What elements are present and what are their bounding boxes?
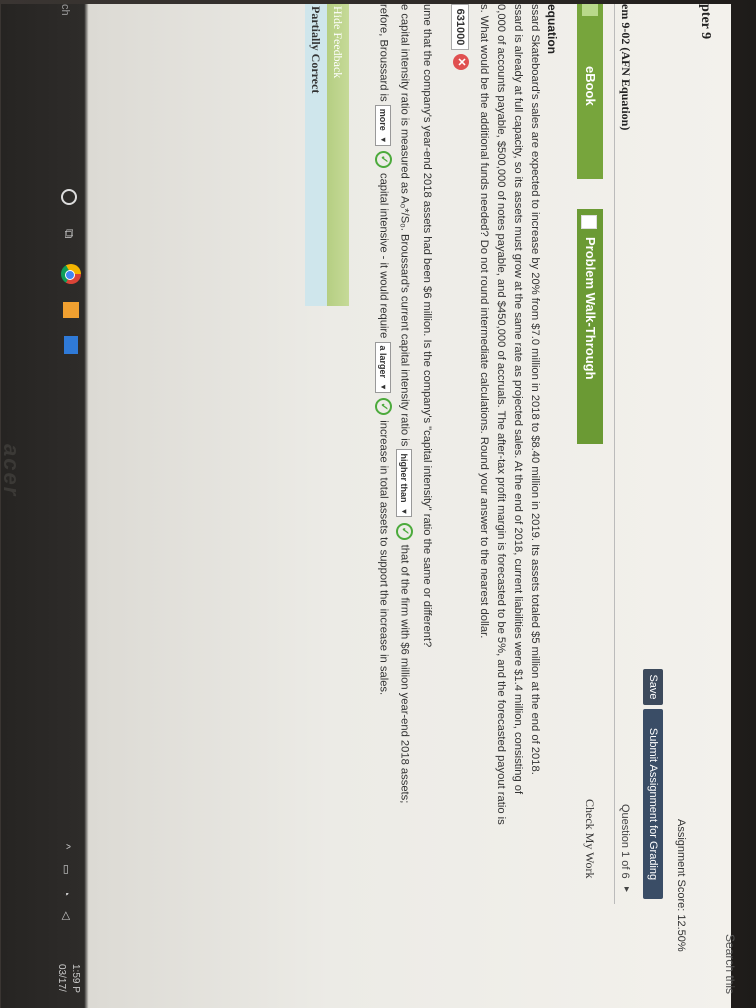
dropdown-value: higher than	[399, 453, 410, 503]
correct-check-icon: ✓	[396, 522, 413, 540]
check-my-work-link[interactable]: Check My Work	[582, 799, 597, 878]
ebook-icon	[582, 4, 598, 16]
ebook-tab[interactable]: eBook	[577, 4, 603, 179]
document-icon	[581, 215, 597, 229]
next-question-arrow-icon[interactable]: ▸	[621, 887, 632, 892]
sentence-text: that of the firm with $6 million year-en…	[398, 544, 411, 804]
problem-text-line: s. What would be the additional funds ne…	[478, 4, 490, 639]
submit-assignment-button[interactable]: Submit Assignment for Grading	[643, 709, 663, 899]
capital-intensity-sentence: e capital intensity ratio is measured as…	[396, 4, 413, 803]
problem-text-line: 0,000 of accounts payable, $500,000 of n…	[495, 4, 507, 825]
assignment-score: Assignment Score: 12.50%	[675, 819, 687, 952]
problem-walkthrough-label: Problem Walk-Through	[583, 237, 598, 380]
intensity-conclusion-sentence: refore, Broussard is more ▾ ✓ capital int…	[375, 4, 392, 695]
dropdown-arrow-icon: ▾	[379, 137, 389, 142]
photo-background: Search this pter 9 Assignment Score: 12.…	[0, 0, 756, 1008]
save-button[interactable]: Save	[643, 669, 663, 705]
top-search-text[interactable]: Search this	[723, 934, 737, 994]
more-dropdown[interactable]: more ▾	[375, 104, 392, 146]
system-tray-icons[interactable]: ^ ▭ ◔ ◁	[60, 844, 73, 926]
task-view-icon[interactable]: ⧉	[61, 229, 77, 238]
ebook-tab-label: eBook	[583, 66, 598, 106]
taskbar-date[interactable]: 03/17/	[56, 964, 67, 992]
taskbar-time[interactable]: 1:59 P	[70, 964, 81, 993]
hide-feedback-button[interactable]: Hide Feedback	[327, 4, 349, 306]
cortana-circle-icon[interactable]	[61, 189, 77, 205]
afn-answer-input[interactable]: 631000	[451, 4, 469, 50]
correct-check-icon: ✓	[375, 398, 392, 416]
problem-text-line: ssard is already at full capacity, so it…	[512, 4, 524, 795]
correct-check-icon: ✓	[375, 150, 392, 168]
sentence-text: capital intensive - it would require	[377, 172, 390, 339]
a-larger-dropdown[interactable]: a larger ▾	[375, 341, 392, 394]
question-counter: Question 1 of 6	[619, 804, 631, 879]
problem-header-bar	[614, 4, 635, 904]
acer-logo: acer	[0, 444, 24, 498]
windows-taskbar	[1, 4, 87, 1008]
monitor-screen: Search this pter 9 Assignment Score: 12.…	[0, 4, 737, 1008]
dropdown-value: a larger	[378, 345, 389, 379]
sentence-text: e capital intensity ratio is measured as…	[398, 4, 411, 447]
problem-walkthrough-tab[interactable]: Problem Walk-Through	[577, 209, 603, 444]
dropdown-arrow-icon: ▾	[379, 385, 389, 390]
chrome-icon-center	[65, 270, 75, 280]
sentence-text: refore, Broussard is	[377, 4, 390, 102]
taskbar-search-text[interactable]: ch	[59, 4, 71, 16]
chapter-title: pter 9	[698, 4, 713, 40]
higher-than-dropdown[interactable]: higher than ▾	[396, 449, 413, 518]
mail-icon[interactable]	[64, 336, 78, 354]
incorrect-x-icon: ✕	[453, 54, 469, 70]
section-heading: equation	[545, 4, 559, 54]
feedback-status: Partially Correct	[305, 4, 327, 306]
store-icon[interactable]	[63, 302, 79, 318]
problem-text-line: ssard Skateboard's sales are expected to…	[529, 4, 541, 775]
problem-title: em 9-02 (AFN Equation)	[619, 4, 633, 131]
question-two-text: ume that the company's year-end 2018 ass…	[421, 4, 433, 648]
sentence-text: increase in total assets to support the …	[377, 420, 390, 696]
dropdown-arrow-icon: ▾	[400, 509, 410, 514]
dropdown-value: more	[378, 108, 389, 131]
